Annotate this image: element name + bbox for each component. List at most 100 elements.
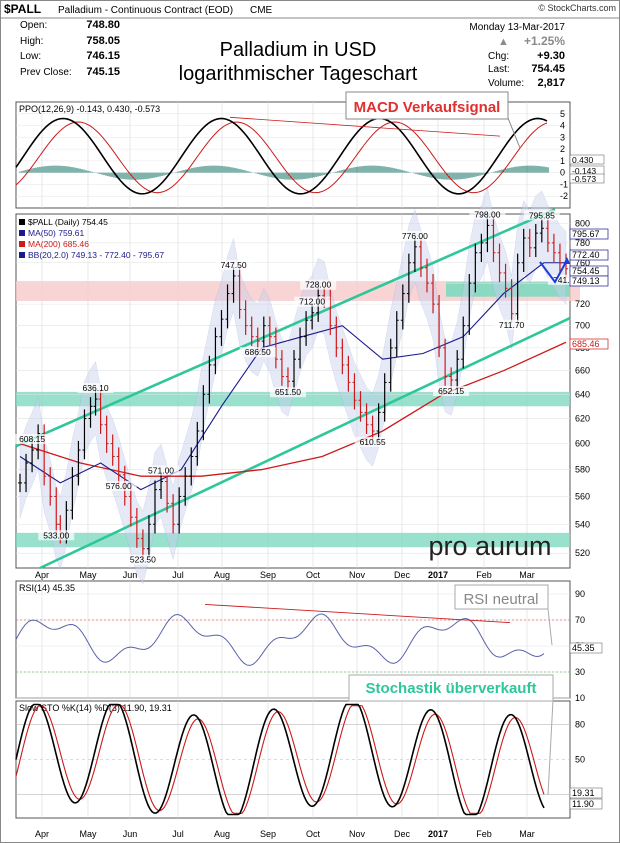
ppo-right-label: 0.430 [572,155,594,165]
sto-right-label: 19.31 [572,788,595,798]
price-tick-label: 620 [575,414,590,424]
price-tick-label: 660 [575,366,590,376]
price-annotation: 776.00 [402,231,428,241]
month-label-sto: Sep [260,829,276,839]
month-label-price: Nov [349,570,366,580]
rsi-tick-label: 70 [575,615,585,625]
ppo-tick-label: 5 [560,109,565,119]
month-label-price: Dec [394,570,411,580]
month-label-price: Aug [214,570,230,580]
price-tick-label: 640 [575,389,590,399]
price-tick-label: 600 [575,439,590,449]
month-label-sto: Mar [519,829,535,839]
right-price-label: 749.13 [572,276,600,286]
rsi-tick-label: 10 [575,693,585,703]
ppo-tick-label: 3 [560,132,565,142]
legend-label: MA(50) 759.61 [28,228,84,238]
price-tick-label: 720 [575,299,590,309]
chart-root: $PALL Palladium - Continuous Contract (EO… [0,0,620,843]
month-label-price: Apr [35,570,49,580]
price-annotation: 608.15 [19,434,45,444]
sto-tick-label: 80 [575,719,585,729]
ppo-tick-label: 4 [560,121,565,131]
month-label-sto: Nov [349,829,366,839]
price-tick-label: 800 [575,219,590,229]
legend-label: $PALL (Daily) 754.45 [28,217,108,227]
quote-value: 2,817 [537,77,565,89]
right-price-label: 795.67 [572,229,600,239]
ohlc-label: Low: [20,51,41,62]
rsi-tick-label: 90 [575,589,585,599]
ohlc-value: 758.05 [86,35,120,47]
price-annotation: 523.50 [130,555,156,565]
ppo-tick-label: -2 [560,191,568,201]
legend-swatch [19,241,25,247]
month-label-price: Jul [172,570,184,580]
price-annotation: 610.55 [360,437,386,447]
price-annotation: 686.50 [245,347,271,357]
brand-logo: pro aurum [428,531,551,561]
legend-swatch [19,252,25,258]
price-annotation: 652.15 [438,386,464,396]
month-label-price: May [79,570,97,580]
sto-right-label: 11.90 [572,799,594,809]
date-label: Monday 13-Mar-2017 [469,22,565,33]
quote-label: Chg: [488,51,509,62]
ohlc-value: 746.15 [86,50,120,62]
ppo-label: PPO(12,26,9) -0.143, 0.430, -0.573 [19,104,160,114]
change-pct: +1.25% [524,34,565,48]
ppo-tick-label: 1 [560,156,565,166]
legend-swatch [19,230,25,236]
quote-value: 754.45 [531,63,565,75]
ohlc-value: 745.15 [86,66,120,78]
legend-swatch [19,219,25,225]
quote-label: Last: [488,64,510,75]
symbol-label: $PALL [4,2,41,16]
header-exchange: CME [250,5,273,16]
month-label-sto: 2017 [428,829,448,839]
price-annotation: 712.00 [299,297,325,307]
legend-label: BB(20,2.0) 749.13 - 772.40 - 795.67 [28,250,164,260]
ppo-right-label: -0.573 [572,174,596,184]
price-annotation: 576.00 [106,481,132,491]
month-label-price: Jun [123,570,138,580]
forecast-arrow-icon: ▲ [561,253,573,267]
price-annotation: 533.00 [43,530,69,540]
rsi-label: RSI(14) 45.35 [19,583,75,593]
price-annotation: 798.00 [474,209,500,219]
price-annotation: 571.00 [148,466,174,476]
price-annotation: 651.50 [275,387,301,397]
price-tick-label: 780 [575,238,590,248]
sto-callout: Stochastik überverkauft [366,680,537,697]
price-tick-label: 580 [575,465,590,475]
month-label-price: Mar [519,570,535,580]
up-arrow-icon: ▲ [498,36,509,48]
ppo-tick-label: 0 [560,168,565,178]
rsi-tick-label: 30 [575,667,585,677]
right-price-label: 685.46 [572,339,600,349]
rsi-right-label: 45.35 [572,643,595,653]
price-annotation: 747.50 [221,260,247,270]
month-label-price: Oct [306,570,321,580]
month-label-sto: Jun [123,829,138,839]
month-label-sto: Oct [306,829,321,839]
month-label-price: 2017 [428,570,448,580]
month-label-sto: May [79,829,97,839]
ohlc-label: Open: [20,20,47,31]
ppo-tick-label: 2 [560,144,565,154]
price-tick-label: 700 [575,321,590,331]
macd-callout: MACD Verkaufsignal [354,99,501,116]
ppo-tick-label: -1 [560,179,568,189]
ohlc-label: Prev Close: [20,67,72,78]
month-label-price: Sep [260,570,276,580]
right-price-label: 772.40 [572,250,600,260]
ohlc-value: 748.80 [86,19,120,31]
price-annotation: 711.70 [499,320,525,330]
month-label-sto: Jul [172,829,184,839]
sto-tick-label: 50 [575,755,585,765]
price-annotation: 728.00 [305,280,331,290]
header-name: Palladium - Continuous Contract (EOD) [58,5,233,16]
month-label-sto: Feb [476,829,492,839]
title-line1: Palladium in USD [220,39,377,61]
price-tick-label: 560 [575,491,590,501]
